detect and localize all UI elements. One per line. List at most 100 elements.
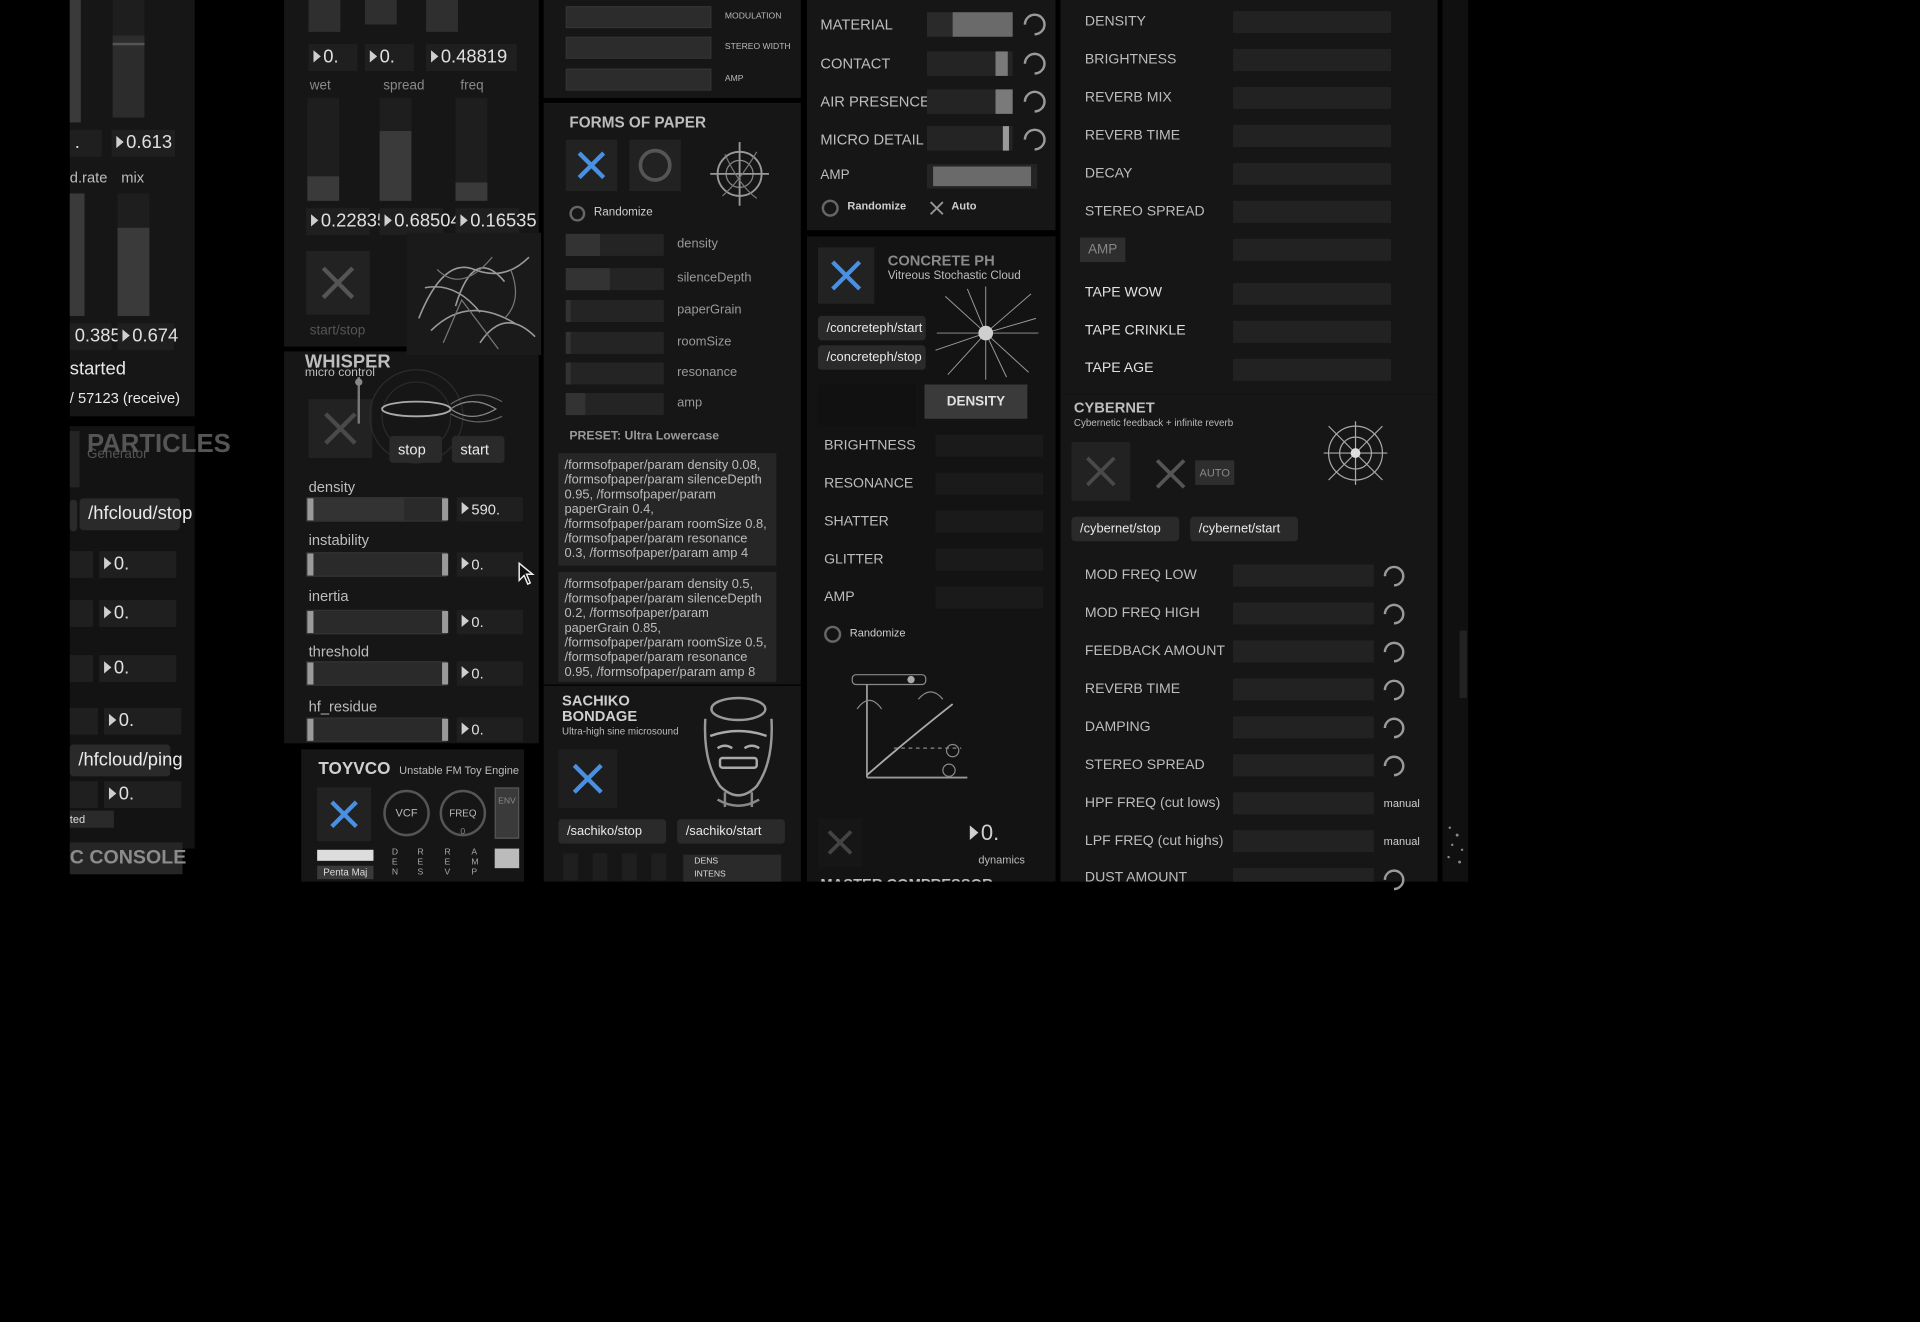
slider-wet-top[interactable] — [308, 0, 341, 32]
msg-sachiko-stop[interactable]: /sachiko/stop — [558, 819, 667, 844]
forms-record-button[interactable] — [629, 139, 681, 192]
msg-concreteph-stop[interactable]: /concreteph/stop — [817, 345, 926, 370]
tape-crinkle-slider[interactable] — [1233, 320, 1392, 343]
slider-rate[interactable] — [69, 193, 85, 316]
numbox-val-3[interactable]: 0. — [99, 655, 177, 683]
param-material-slider[interactable] — [926, 12, 1013, 37]
sachiko-slider-3[interactable] — [622, 853, 637, 881]
master-toggle[interactable] — [817, 817, 863, 867]
numbox-wet[interactable]: 0. — [308, 44, 358, 72]
tape-wow-slider[interactable] — [1233, 282, 1392, 305]
numbox-partial-1[interactable] — [69, 551, 94, 578]
param-hfresidue-value[interactable]: 0. — [456, 717, 523, 743]
tape-param-stereo-slider[interactable] — [1233, 200, 1392, 223]
param-density-slider[interactable] — [306, 497, 449, 522]
numbox-freq-val[interactable]: 0.16535 — [455, 208, 537, 236]
param-threshold-value[interactable]: 0. — [456, 661, 523, 686]
tape-age-slider[interactable] — [1233, 358, 1392, 381]
sachiko-slider-1[interactable] — [563, 853, 578, 881]
right-partial-slider[interactable] — [1459, 630, 1467, 698]
param-density-value[interactable]: 590. — [456, 497, 523, 522]
concrete-toggle[interactable] — [817, 247, 875, 304]
number-box-partial[interactable]: . — [69, 129, 102, 157]
vcf-knob[interactable]: VCF — [383, 789, 430, 837]
concrete-param-resonance-slider[interactable] — [935, 472, 1044, 495]
number-box-rate[interactable]: 0.613 — [111, 129, 176, 157]
cyber-param-modfreqlow-slider[interactable] — [1233, 564, 1374, 587]
msg-cybernet-start[interactable]: /cybernet/start — [1190, 516, 1298, 542]
stereo-width-slider[interactable] — [565, 36, 712, 59]
numbox-partial-2[interactable] — [69, 600, 94, 627]
msg-sachiko-start[interactable]: /sachiko/start — [677, 819, 785, 844]
concrete-param-amp-slider[interactable] — [935, 586, 1044, 609]
msg-cybernet-stop[interactable]: /cybernet/stop — [1071, 516, 1180, 542]
concrete-randomize-radio[interactable] — [824, 625, 842, 643]
cyber-param-damping-slider[interactable] — [1233, 716, 1374, 739]
dynamics-value[interactable]: 0. — [969, 820, 999, 846]
sachiko-toggle[interactable] — [558, 749, 618, 809]
msg-concreteph-start[interactable]: /concreteph/start — [817, 315, 926, 341]
cybernet-auto-button[interactable]: AUTO — [1195, 460, 1235, 485]
preset-text-1[interactable]: /formsofpaper/param density 0.08, /forms… — [558, 453, 777, 566]
slider-freq[interactable] — [455, 97, 488, 201]
scale-menu[interactable]: Penta Maj — [317, 865, 374, 880]
number-box-a[interactable]: 0.385 — [69, 323, 121, 351]
numbox-val-1[interactable]: 0. — [99, 551, 177, 578]
slider-freq-top[interactable] — [426, 0, 458, 32]
forms-param-roomsize-slider[interactable] — [565, 331, 664, 354]
slider-spread-top[interactable] — [364, 0, 397, 25]
cyber-param-dust-slider[interactable] — [1233, 868, 1374, 882]
slider-vertical[interactable] — [112, 0, 145, 118]
msg-hfcloud-stop[interactable]: /hfcloud/stop — [79, 498, 192, 531]
slider-mix[interactable] — [117, 193, 150, 316]
scale-menu-bg[interactable] — [317, 849, 374, 861]
msg-partial[interactable] — [69, 499, 78, 532]
console-button[interactable]: C CONSOLE — [69, 842, 186, 875]
tape-param-brightness-slider[interactable] — [1233, 48, 1392, 72]
tape-param-reverbmix-slider[interactable] — [1233, 86, 1392, 109]
concrete-param-brightness-slider[interactable] — [935, 434, 1044, 457]
forms-param-density-slider[interactable] — [565, 233, 664, 256]
forms-param-resonance-slider[interactable] — [565, 362, 664, 385]
cyber-param-feedback-slider[interactable] — [1233, 640, 1374, 663]
number-box-b[interactable]: 0.674 — [117, 323, 178, 351]
param-inertia-slider[interactable] — [306, 609, 449, 635]
numbox-val-2[interactable]: 0. — [99, 600, 177, 627]
tape-param-decay-slider[interactable] — [1233, 162, 1392, 185]
param-instability-slider[interactable] — [306, 552, 449, 577]
toyvco-toggle-small[interactable] — [494, 848, 520, 869]
toyvco-toggle[interactable] — [317, 787, 372, 842]
param-air-slider[interactable] — [926, 89, 1013, 114]
forms-param-amp-slider[interactable] — [565, 393, 664, 416]
cybernet-toggle[interactable] — [1071, 442, 1131, 501]
numbox-spread-val[interactable]: 0.68504 — [379, 208, 461, 236]
slider-partial[interactable] — [69, 0, 81, 123]
sachiko-slider-2[interactable] — [592, 853, 608, 881]
tape-amp-button[interactable]: AMP — [1080, 237, 1126, 263]
tape-param-density-slider[interactable] — [1233, 11, 1392, 34]
param-micro-slider[interactable] — [926, 126, 1013, 151]
preset-text-2[interactable]: /formsofpaper/param density 0.5, /formso… — [558, 571, 777, 683]
concrete-param-shatter-slider[interactable] — [935, 510, 1044, 533]
param-contact-slider[interactable] — [926, 51, 1013, 76]
cyber-param-stereo-slider[interactable] — [1233, 754, 1374, 777]
forms-param-papergrain-slider[interactable] — [565, 300, 664, 323]
param-threshold-slider[interactable] — [306, 661, 449, 686]
param-instability-value[interactable]: 0. — [456, 552, 523, 577]
cyber-param-lpf-slider[interactable] — [1233, 830, 1374, 853]
startstop-toggle[interactable] — [306, 251, 370, 315]
materials-randomize-radio[interactable] — [821, 199, 839, 217]
forms-toggle[interactable] — [565, 139, 618, 192]
whisper-stop-button[interactable]: stop — [389, 435, 443, 463]
slider-wet[interactable] — [307, 97, 340, 201]
whisper-start-button[interactable]: start — [451, 435, 505, 463]
numbox-wet-val[interactable]: 0.22835 — [306, 208, 387, 236]
msg-hfcloud-ping[interactable]: /hfcloud/ping — [69, 744, 183, 777]
forms-param-silencedepth-slider[interactable] — [565, 268, 664, 291]
numbox-val-5[interactable]: 0. — [104, 781, 182, 809]
tape-param-reverbtime-slider[interactable] — [1233, 124, 1392, 147]
cyber-param-reverbtime-slider[interactable] — [1233, 678, 1374, 701]
auto-close-icon[interactable] — [929, 201, 944, 216]
env-slider[interactable]: ENV — [494, 787, 520, 839]
modulation-slider[interactable] — [565, 6, 712, 29]
